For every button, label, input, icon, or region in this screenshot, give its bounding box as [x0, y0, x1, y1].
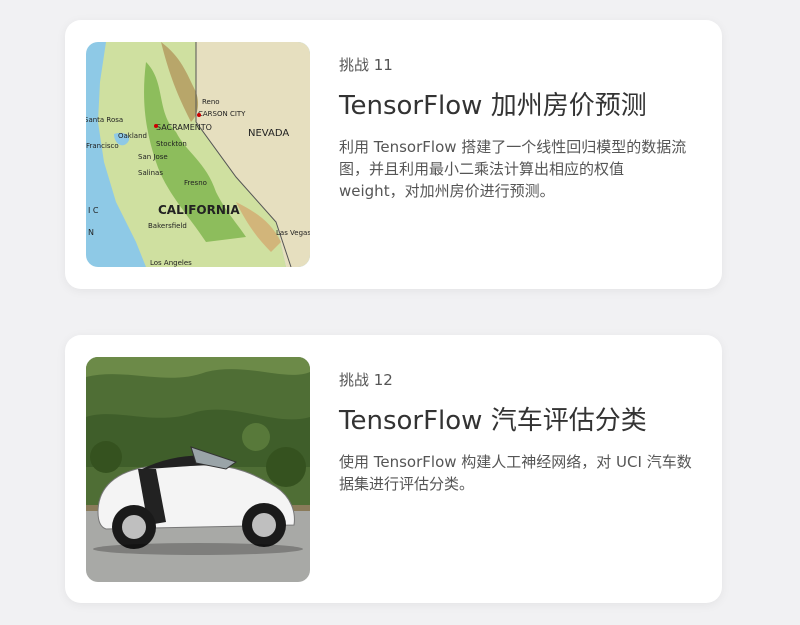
map-label-fresno: Fresno	[184, 179, 207, 187]
map-label-salinas: Salinas	[138, 169, 163, 177]
map-label-carson-city: CARSON CITY	[198, 110, 246, 118]
map-label-francisco: Francisco	[86, 142, 119, 150]
challenge-title[interactable]: TensorFlow 汽车评估分类	[339, 400, 694, 437]
map-label-las-vegas: Las Vegas	[276, 229, 310, 237]
challenge-number: 挑战 11	[339, 56, 393, 74]
map-label-california: CALIFORNIA	[158, 203, 240, 217]
challenge-description: 利用 TensorFlow 搭建了一个线性回归模型的数据流图，并且利用最小二乘法…	[339, 138, 687, 200]
map-label-reno: Reno	[202, 98, 220, 106]
map-label-ocean-ic: I C	[88, 206, 99, 215]
challenge-card-11[interactable]: Reno CARSON CITY Santa Rosa SACRAMENTO N…	[65, 20, 722, 289]
car-photo-image	[86, 357, 310, 582]
challenge-description: 使用 TensorFlow 构建人工神经网络，对 UCI 汽车数据集进行评估分类…	[339, 453, 692, 493]
map-label-los-angeles: Los Angeles	[150, 259, 192, 267]
map-label-stockton: Stockton	[156, 140, 187, 148]
challenge-card-12[interactable]: 挑战 12 TensorFlow 汽车评估分类 使用 TensorFlow 构建…	[65, 335, 722, 603]
map-label-oakland: Oakland	[118, 132, 147, 140]
map-label-bakersfield: Bakersfield	[148, 222, 187, 230]
california-map-image: Reno CARSON CITY Santa Rosa SACRAMENTO N…	[86, 42, 310, 267]
map-label-sacramento: SACRAMENTO	[156, 123, 212, 132]
map-label-ocean-n: N	[88, 228, 94, 237]
map-label-nevada: NEVADA	[248, 128, 289, 139]
challenge-title[interactable]: TensorFlow 加州房价预测	[339, 85, 694, 122]
map-label-san-jose: San Jose	[138, 153, 168, 161]
map-label-santa-rosa: Santa Rosa	[86, 116, 123, 124]
challenge-number: 挑战 12	[339, 371, 393, 389]
